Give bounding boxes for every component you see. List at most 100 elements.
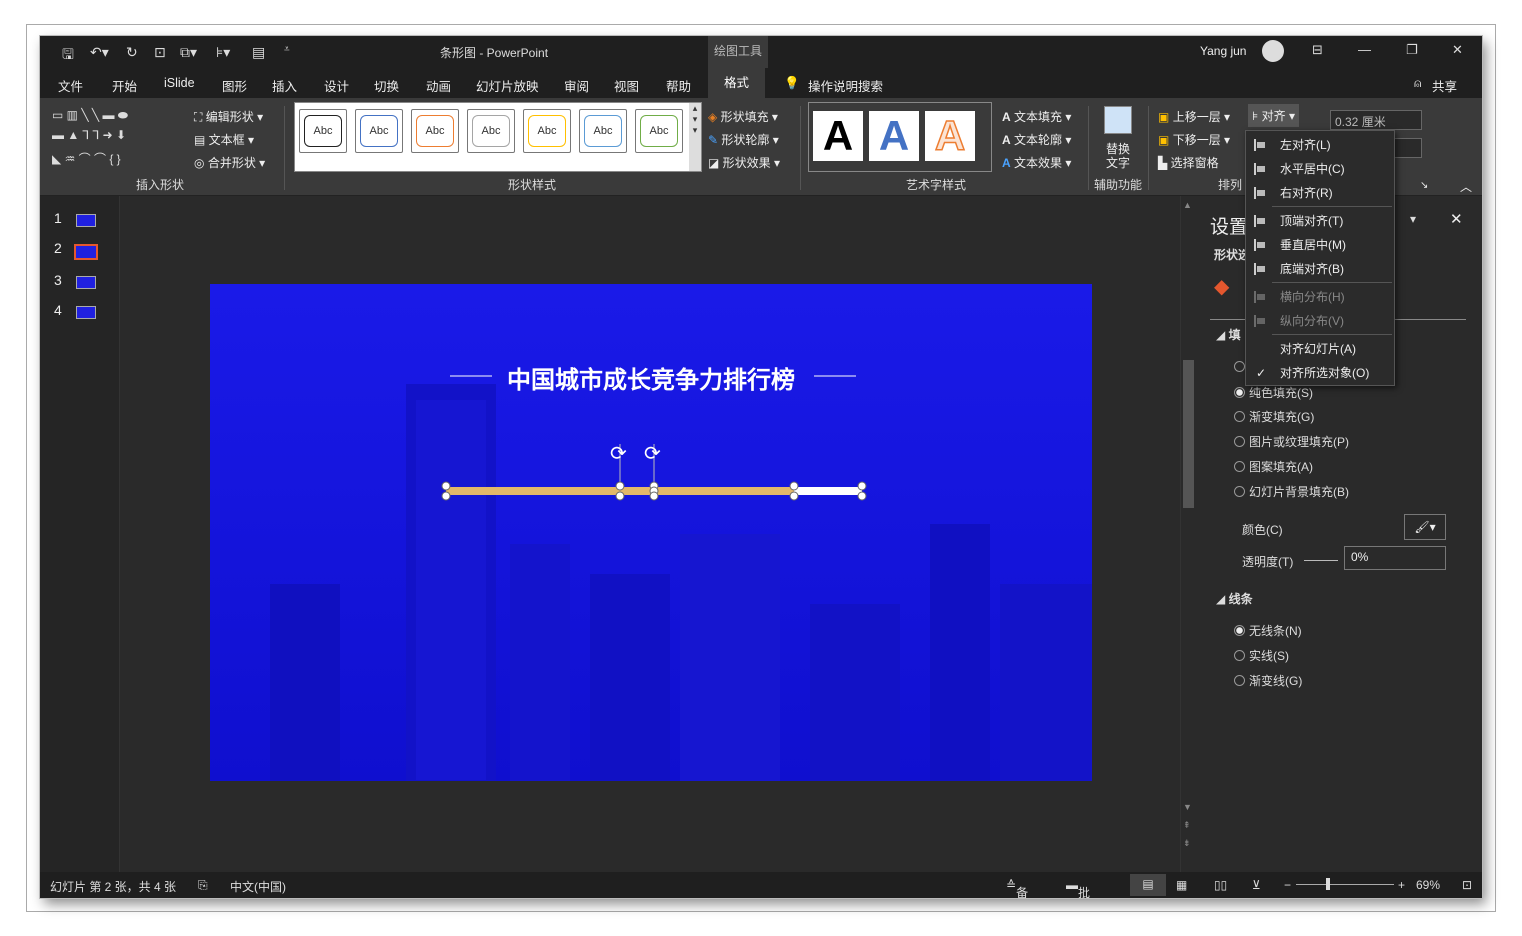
tab-home[interactable]: 开始: [112, 76, 137, 95]
tab-animations[interactable]: 动画: [426, 76, 451, 95]
line-option-none[interactable]: 无线条(N): [1234, 622, 1302, 639]
spelling-icon[interactable]: ⎘: [198, 878, 208, 893]
align-quick-icon[interactable]: ⊧▾: [216, 44, 230, 61]
undo-icon[interactable]: ↶▾: [90, 44, 109, 61]
size-dialog-launcher-icon[interactable]: ↘: [1420, 180, 1428, 191]
alt-text-icon[interactable]: [1104, 106, 1132, 134]
slideshow-icon[interactable]: ⊻: [1252, 878, 1261, 892]
fill-option-picture[interactable]: 图片或纹理填充(P): [1234, 433, 1349, 450]
share-icon[interactable]: ⍝: [1414, 76, 1422, 91]
menu-item-align-middle[interactable]: 垂直居中(M): [1246, 233, 1394, 257]
save-icon[interactable]: 🖫: [62, 44, 74, 68]
pane-close-icon[interactable]: ✕: [1450, 210, 1463, 228]
wordart-style[interactable]: A: [869, 111, 919, 161]
tab-transitions[interactable]: 切换: [374, 76, 399, 95]
wordart-style[interactable]: A: [925, 111, 975, 161]
tab-file[interactable]: 文件: [58, 76, 83, 95]
collapse-ribbon-icon[interactable]: ︿: [1460, 178, 1472, 195]
menu-item-align-to-slide[interactable]: 对齐幻灯片(A): [1246, 337, 1394, 361]
style-swatch[interactable]: Abc: [355, 109, 403, 153]
avatar[interactable]: [1262, 40, 1284, 62]
normal-view-icon[interactable]: ▤: [1130, 874, 1166, 896]
shape-effects-button[interactable]: ◪ 形状效果 ▾: [708, 154, 780, 171]
text-fill-button[interactable]: A 文本填充 ▾: [1002, 108, 1071, 125]
selection-pane-button[interactable]: ▙ 选择窗格: [1158, 154, 1219, 171]
bring-forward-button[interactable]: ▣ 上移一层 ▾: [1158, 108, 1230, 125]
shape-style-gallery[interactable]: Abc Abc Abc Abc Abc Abc Abc ▴ ▾ ▾: [294, 102, 702, 172]
scroll-down-icon[interactable]: ▼: [1183, 802, 1192, 812]
edit-shape-button[interactable]: ⛶ 编辑形状 ▾: [194, 108, 263, 125]
tab-shapes[interactable]: 图形: [222, 76, 247, 95]
previous-slide-icon[interactable]: ⇞: [1183, 820, 1191, 831]
menu-item-align-right[interactable]: 右对齐(R): [1246, 181, 1394, 205]
tab-help[interactable]: 帮助: [666, 76, 691, 95]
progress-bar-shapes[interactable]: ⟳ ⟳: [210, 284, 1092, 781]
tab-format[interactable]: 格式: [708, 68, 766, 98]
merge-shapes-button[interactable]: ◎ 合并形状 ▾: [194, 154, 265, 171]
language-status[interactable]: 中文(中国): [230, 878, 286, 895]
notes-button[interactable]: ≙ 备注: [1006, 878, 1028, 898]
style-swatch[interactable]: Abc: [411, 109, 459, 153]
text-effects-button[interactable]: A 文本效果 ▾: [1002, 154, 1071, 171]
fill-color-picker[interactable]: 🖌▾: [1404, 514, 1446, 540]
tab-islide[interactable]: iSlide: [164, 76, 195, 90]
transparency-input[interactable]: 0%: [1344, 546, 1446, 570]
wordart-gallery[interactable]: A A A: [808, 102, 992, 172]
fill-line-icon[interactable]: ◆: [1214, 274, 1229, 299]
minimize-icon[interactable]: —: [1358, 42, 1371, 57]
style-swatch[interactable]: Abc: [579, 109, 627, 153]
zoom-level[interactable]: 69%: [1416, 878, 1440, 892]
line-section-header[interactable]: ◢ 线条: [1216, 590, 1253, 607]
customize-qat-icon[interactable]: ⩡: [284, 44, 290, 55]
reading-view-icon[interactable]: ▯▯: [1214, 878, 1227, 892]
zoom-slider-thumb[interactable]: [1326, 878, 1330, 890]
zoom-out-icon[interactable]: −: [1284, 878, 1291, 892]
slide-thumbnail[interactable]: [76, 276, 96, 289]
fill-option-slide-bg[interactable]: 幻灯片背景填充(B): [1234, 483, 1349, 500]
tab-insert[interactable]: 插入: [272, 76, 297, 95]
tab-review[interactable]: 审阅: [564, 76, 589, 95]
redo-icon[interactable]: ↻: [126, 44, 138, 61]
fill-section-header[interactable]: ◢ 填: [1216, 326, 1241, 343]
zoom-in-icon[interactable]: +: [1398, 878, 1405, 892]
quick-tool-2-icon[interactable]: ⧉▾: [180, 44, 197, 61]
slide-thumbnail[interactable]: [76, 214, 96, 227]
slide-canvas[interactable]: 中国城市成长竞争力排行榜 ⟳ ⟳: [210, 284, 1092, 781]
fit-to-window-icon[interactable]: ⊡: [1462, 878, 1472, 892]
align-button[interactable]: ⊧ 对齐 ▾: [1248, 104, 1299, 127]
tab-view[interactable]: 视图: [614, 76, 639, 95]
shape-fill-button[interactable]: ◈ 形状填充 ▾: [708, 108, 778, 125]
style-swatch[interactable]: Abc: [635, 109, 683, 153]
slide-thumbnail[interactable]: [76, 306, 96, 319]
user-name[interactable]: Yang jun: [1200, 44, 1246, 58]
transparency-slider[interactable]: [1304, 560, 1338, 561]
tab-slideshow[interactable]: 幻灯片放映: [476, 76, 539, 95]
menu-item-align-bottom[interactable]: 底端对齐(B): [1246, 257, 1394, 281]
slide-sorter-icon[interactable]: ▦: [1176, 878, 1187, 892]
style-swatch[interactable]: Abc: [467, 109, 515, 153]
menu-item-align-top[interactable]: 顶端对齐(T): [1246, 209, 1394, 233]
text-outline-button[interactable]: A 文本轮廓 ▾: [1002, 131, 1071, 148]
wordart-style[interactable]: A: [813, 111, 863, 161]
menu-item-align-selected[interactable]: ✓ 对齐所选对象(O): [1246, 361, 1394, 385]
shape-height-input[interactable]: 0.32 厘米: [1330, 110, 1422, 130]
slide-thumbnail-selected[interactable]: [74, 244, 98, 260]
alt-text-button-line2[interactable]: 文字: [1106, 154, 1130, 171]
next-slide-icon[interactable]: ⇟: [1183, 838, 1191, 849]
fill-option-pattern[interactable]: 图案填充(A): [1234, 458, 1313, 475]
style-swatch[interactable]: Abc: [523, 109, 571, 153]
menu-item-align-center[interactable]: 水平居中(C): [1246, 157, 1394, 181]
quick-tool-icon[interactable]: ⊡: [154, 44, 166, 61]
zoom-slider[interactable]: [1296, 884, 1394, 885]
vertical-scrollbar[interactable]: ▲ ▼ ⇞ ⇟: [1180, 196, 1196, 872]
line-option-gradient[interactable]: 渐变线(G): [1234, 672, 1302, 689]
style-swatch[interactable]: Abc: [299, 109, 347, 153]
fill-option-gradient[interactable]: 渐变填充(G): [1234, 408, 1314, 425]
restore-icon[interactable]: ❐: [1406, 42, 1418, 58]
scroll-thumb[interactable]: [1183, 360, 1194, 508]
shape-outline-button[interactable]: ✎ 形状轮廓 ▾: [708, 131, 779, 148]
scroll-up-icon[interactable]: ▲: [1183, 200, 1192, 210]
comments-button[interactable]: ▬ 批注: [1066, 878, 1090, 898]
share-button[interactable]: 共享: [1432, 76, 1457, 95]
line-option-solid[interactable]: 实线(S): [1234, 647, 1289, 664]
